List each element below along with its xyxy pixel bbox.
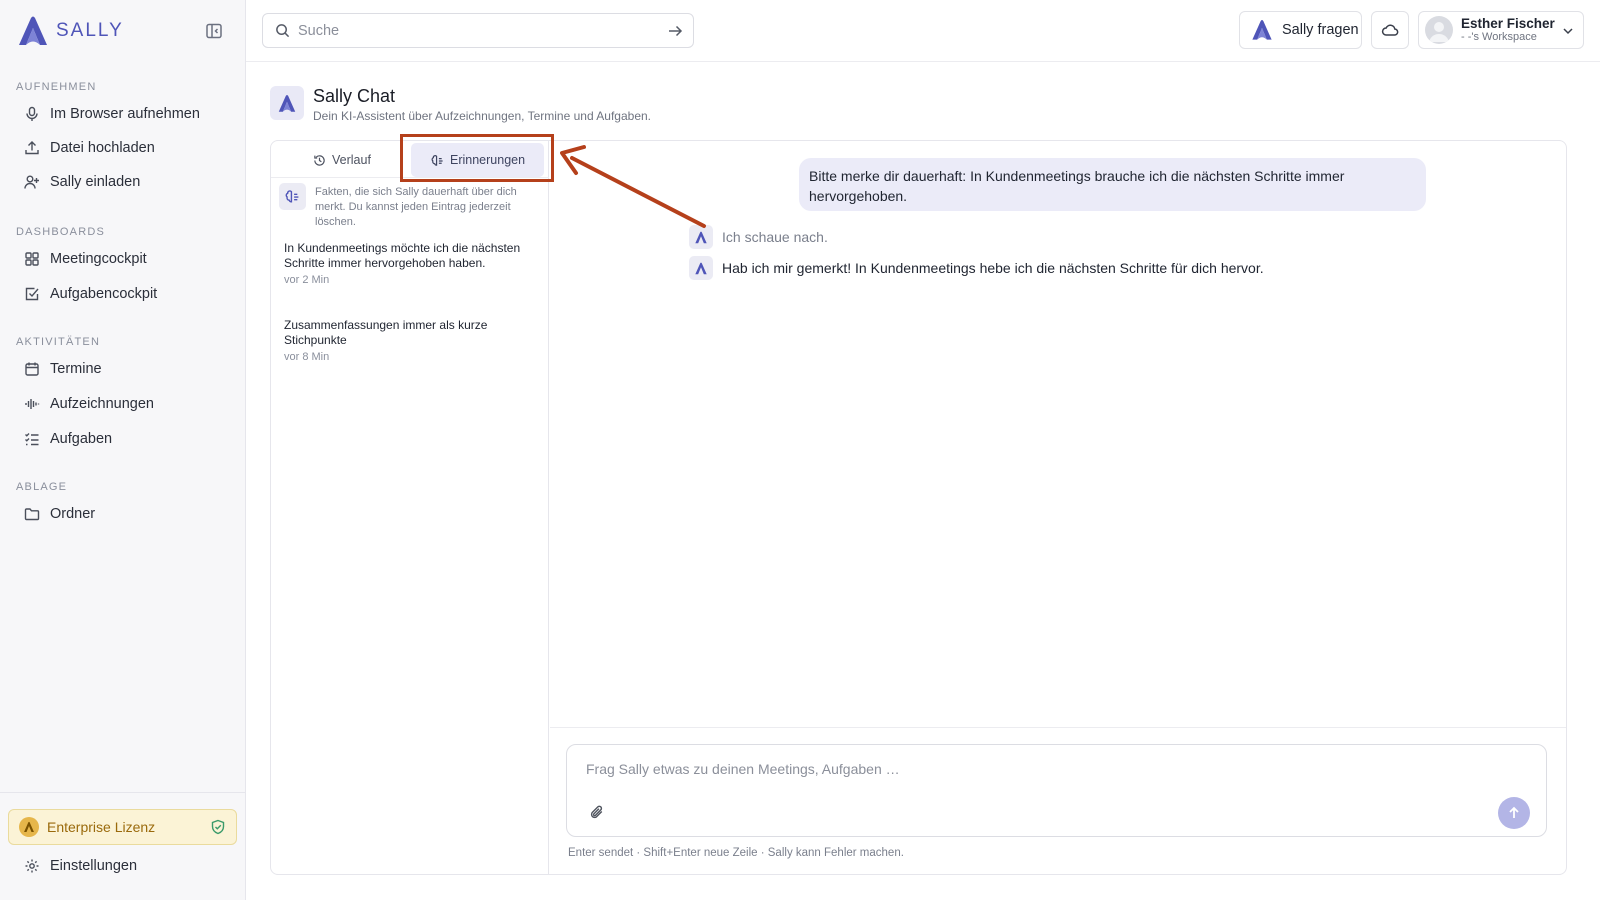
composer-hint: Enter sendet · Shift+Enter neue Zeile · … xyxy=(568,847,904,859)
audio-wave-icon xyxy=(25,399,40,409)
brand-logo[interactable]: SALLY xyxy=(16,14,124,48)
user-plus-icon xyxy=(24,175,39,189)
sidebar-item-ordner[interactable]: Ordner xyxy=(16,499,226,529)
memory-text: In Kundenmeetings möchte ich die nächste… xyxy=(284,241,521,270)
ask-sally-button[interactable]: Sally fragen xyxy=(1239,11,1362,49)
sidebar-item-label: Termine xyxy=(50,361,102,377)
sally-logo-icon xyxy=(695,262,707,274)
message-input[interactable]: Frag Sally etwas zu deinen Meetings, Auf… xyxy=(566,744,1547,837)
chat-side-column: Verlauf Erinnerungen Fakten, die sich Sa… xyxy=(271,141,549,874)
sally-avatar xyxy=(689,225,713,249)
chevron-down-icon xyxy=(1563,28,1573,35)
section-label-dashboards: DASHBOARDS xyxy=(16,226,106,238)
gear-icon xyxy=(25,859,39,873)
section-label-aufnehmen: AUFNEHMEN xyxy=(16,81,97,93)
user-message: Bitte merke dir dauerhaft: In Kundenmeet… xyxy=(799,158,1426,211)
brain-icon xyxy=(431,154,443,166)
tab-label: Erinnerungen xyxy=(450,153,526,167)
arrow-up-icon xyxy=(1509,806,1519,818)
sidebar-item-termine[interactable]: Termine xyxy=(16,354,226,384)
sidebar-item-label: Im Browser aufnehmen xyxy=(50,106,200,122)
sidebar-item-browser-recording[interactable]: Im Browser aufnehmen xyxy=(16,99,226,129)
sidebar-item-label: Sally einladen xyxy=(50,174,141,190)
sidebar-item-label: Datei hochladen xyxy=(50,140,155,156)
tab-label: Verlauf xyxy=(332,153,371,167)
search-placeholder: Suche xyxy=(298,22,340,39)
sidebar-item-label: Meetingcockpit xyxy=(50,251,147,267)
sidebar-item-aufzeichnungen[interactable]: Aufzeichnungen xyxy=(16,389,226,419)
grid-icon xyxy=(25,252,39,266)
sidebar-item-invite-sally[interactable]: Sally einladen xyxy=(16,167,226,197)
chat-tabs: Verlauf Erinnerungen xyxy=(271,141,549,178)
history-icon xyxy=(314,154,325,166)
sidebar-footer: Enterprise Lizenz Einstellungen xyxy=(0,792,246,900)
tab-verlauf[interactable]: Verlauf xyxy=(313,143,371,177)
checklist-icon xyxy=(25,433,39,446)
checkbox-icon xyxy=(25,287,39,301)
sidebar-item-label: Ordner xyxy=(50,506,96,522)
sidebar-item-label: Einstellungen xyxy=(50,858,138,874)
brain-icon xyxy=(279,183,306,210)
memory-item[interactable]: In Kundenmeetings möchte ich die nächste… xyxy=(284,241,524,286)
sidebar-item-label: Aufgabencockpit xyxy=(50,286,158,302)
sidebar-item-aufgaben[interactable]: Aufgaben xyxy=(16,424,226,454)
enterprise-license-badge[interactable]: Enterprise Lizenz xyxy=(8,809,237,845)
sidebar: SALLY AUFNEHMEN Im Browser aufnehmen Dat… xyxy=(0,0,246,900)
sally-logo-icon xyxy=(278,94,296,112)
search-input[interactable]: Suche xyxy=(262,13,694,48)
sally-logo-icon xyxy=(695,231,707,243)
bot-status-message: Ich schaue nach. xyxy=(689,225,828,249)
send-button[interactable] xyxy=(1498,797,1530,829)
workspace-name: - -'s Workspace xyxy=(1461,31,1537,43)
license-logo-icon xyxy=(19,817,39,837)
sidebar-item-aufgabencockpit[interactable]: Aufgabencockpit xyxy=(16,279,226,309)
bot-message: Hab ich mir gemerkt! In Kundenmeetings h… xyxy=(689,256,1264,280)
brand-name: SALLY xyxy=(56,20,124,41)
user-name: Esther Fischer xyxy=(1461,16,1555,31)
sidebar-item-label: Aufgaben xyxy=(50,431,113,447)
bot-reply-text: Hab ich mir gemerkt! In Kundenmeetings h… xyxy=(722,260,1264,276)
sidebar-item-label: Aufzeichnungen xyxy=(50,396,154,412)
sidebar-item-settings[interactable]: Einstellungen xyxy=(16,851,226,881)
avatar xyxy=(1425,16,1453,44)
search-icon xyxy=(276,24,290,38)
paperclip-icon[interactable] xyxy=(588,803,607,822)
ask-sally-label: Sally fragen xyxy=(1282,22,1359,38)
memory-age: vor 8 Min xyxy=(284,351,330,363)
shield-check-icon xyxy=(211,819,225,835)
license-label: Enterprise Lizenz xyxy=(47,819,156,835)
microphone-icon xyxy=(26,106,38,121)
cloud-icon xyxy=(1381,24,1399,36)
sidebar-item-file-upload[interactable]: Datei hochladen xyxy=(16,133,226,163)
composer-area: Frag Sally etwas zu deinen Meetings, Auf… xyxy=(550,727,1566,874)
section-label-ablage: ABLAGE xyxy=(16,481,68,493)
sally-logo-icon xyxy=(1252,20,1272,40)
chat-logo xyxy=(270,86,304,120)
calendar-icon xyxy=(25,362,39,376)
sally-logo-icon xyxy=(19,16,47,45)
memory-text: Zusammenfassungen immer als kurze Stichp… xyxy=(284,318,488,347)
folder-icon xyxy=(24,508,40,521)
page-subtitle: Dein KI-Assistent über Aufzeichnungen, T… xyxy=(313,109,651,123)
tab-erinnerungen[interactable]: Erinnerungen xyxy=(411,143,544,177)
memory-item[interactable]: Zusammenfassungen immer als kurze Stichp… xyxy=(284,318,524,363)
user-menu[interactable]: Esther Fischer - -'s Workspace xyxy=(1418,11,1584,49)
page-title: Sally Chat xyxy=(313,86,396,106)
message-placeholder: Frag Sally etwas zu deinen Meetings, Auf… xyxy=(586,761,900,777)
sidebar-collapse-icon[interactable] xyxy=(205,22,223,40)
arrow-right-icon[interactable] xyxy=(667,23,683,39)
topbar: Suche Sally fragen Esther Fischer - -'s … xyxy=(246,0,1600,62)
chat-panel: Verlauf Erinnerungen Fakten, die sich Sa… xyxy=(270,140,1567,875)
section-label-aktivitaeten: AKTIVITÄTEN xyxy=(16,336,101,348)
memory-age: vor 2 Min xyxy=(284,274,330,286)
sidebar-item-meetingcockpit[interactable]: Meetingcockpit xyxy=(16,244,226,274)
memory-info-text: Fakten, die sich Sally dauerhaft über di… xyxy=(315,186,517,228)
user-avatar-icon xyxy=(1429,22,1449,42)
bot-status-text: Ich schaue nach. xyxy=(722,229,828,245)
upload-icon xyxy=(25,141,39,155)
sally-avatar xyxy=(689,256,713,280)
cloud-sync-button[interactable] xyxy=(1371,11,1409,49)
